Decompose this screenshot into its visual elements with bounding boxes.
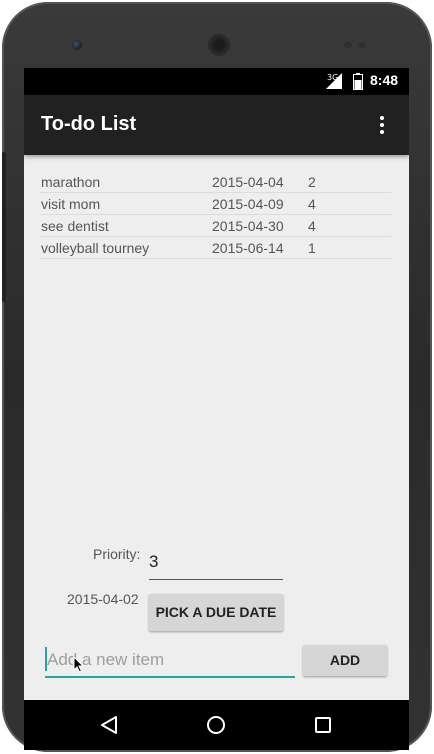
status-bar: 3G 8:48	[24, 68, 409, 95]
home-icon[interactable]	[206, 715, 226, 735]
overflow-menu-icon[interactable]	[376, 115, 388, 135]
pick-due-date-button[interactable]: PICK A DUE DATE	[149, 594, 283, 631]
item-priority: 4	[308, 218, 316, 234]
priority-label: Priority:	[93, 546, 141, 562]
item-name: marathon	[41, 174, 101, 190]
text-cursor	[45, 647, 47, 671]
signal-icon	[326, 73, 342, 89]
screen: 3G 8:48 To-do List marathon 2015-04-04 2…	[24, 68, 409, 700]
list-item[interactable]: visit mom 2015-04-09 4	[40, 193, 391, 215]
item-priority: 1	[308, 240, 316, 256]
front-camera	[72, 40, 82, 50]
side-button	[2, 152, 6, 302]
light-sensor	[358, 42, 366, 48]
item-date: 2015-04-04	[212, 174, 284, 190]
navigation-bar	[24, 700, 409, 750]
due-date-text: 2015-04-02	[67, 591, 139, 607]
item-date: 2015-04-30	[212, 218, 284, 234]
status-time: 8:48	[370, 72, 399, 88]
list-item[interactable]: see dentist 2015-04-30 4	[40, 215, 391, 237]
item-name: see dentist	[41, 218, 109, 234]
app-bar: To-do List	[24, 95, 409, 155]
recent-apps-icon[interactable]	[314, 716, 332, 734]
item-priority: 2	[308, 174, 316, 190]
item-date: 2015-06-14	[212, 240, 284, 256]
earpiece-speaker	[208, 34, 230, 56]
mouse-pointer-icon	[73, 656, 84, 673]
back-icon[interactable]	[100, 715, 118, 735]
add-button[interactable]: ADD	[303, 645, 387, 676]
priority-input-underline	[149, 579, 283, 580]
list-item[interactable]: volleyball tourney 2015-06-14 1	[40, 237, 391, 259]
priority-input[interactable]: 3	[149, 552, 158, 572]
item-priority: 4	[308, 196, 316, 212]
item-date: 2015-04-09	[212, 196, 284, 212]
item-name: volleyball tourney	[41, 240, 150, 256]
battery-icon	[353, 73, 363, 90]
item-name: visit mom	[41, 196, 101, 212]
list-item[interactable]: marathon 2015-04-04 2	[40, 171, 391, 193]
todo-list: marathon 2015-04-04 2 visit mom 2015-04-…	[40, 171, 391, 259]
app-title: To-do List	[41, 113, 137, 135]
proximity-sensor	[344, 42, 352, 48]
